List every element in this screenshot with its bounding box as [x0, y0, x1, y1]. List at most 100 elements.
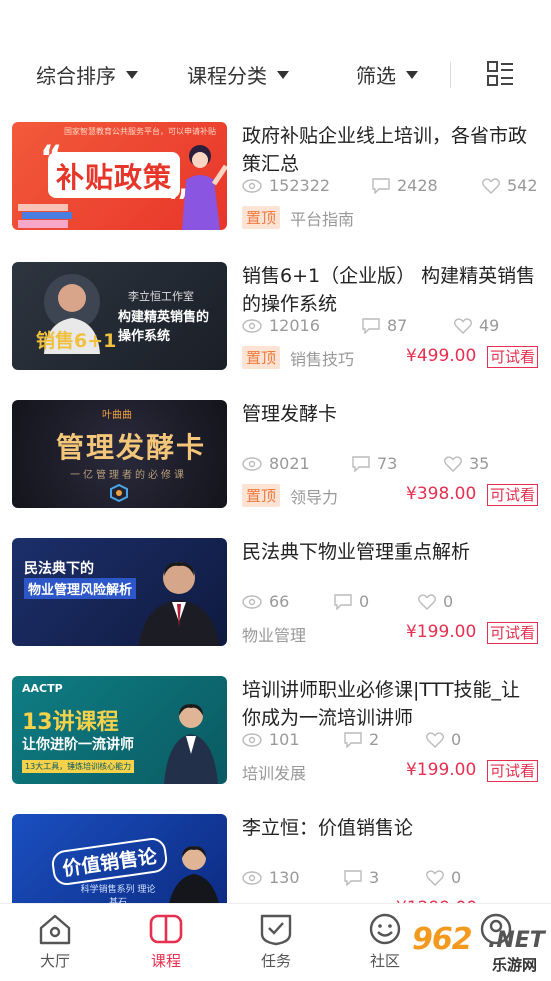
course-title[interactable]: 销售6+1（企业版） 构建精英销售的操作系统: [242, 262, 538, 318]
comments-count: 2: [369, 730, 380, 749]
views-count: 152322: [269, 176, 331, 195]
speaker-photo: [139, 562, 219, 646]
course-title[interactable]: 管理发酵卡: [242, 400, 538, 428]
tab-tasks[interactable]: 任务: [236, 912, 316, 971]
trial-button[interactable]: 可试看: [487, 760, 539, 782]
screen-filter[interactable]: 筛选: [356, 60, 418, 89]
course-item[interactable]: AACTP 13讲课程 让你进阶一流讲师 13大工具，锤炼培训核心能力 培训讲师…: [0, 676, 551, 788]
course-thumbnail[interactable]: 国家智慧教育公共服务平台，可以申请补贴 补贴政策 “ ”: [12, 122, 227, 230]
sort-filter-label: 综合排序: [36, 64, 116, 88]
course-thumbnail[interactable]: 民法典下的 物业管理风险解析: [12, 538, 227, 646]
comments-count: 3: [369, 868, 380, 887]
watermark-logo: 962 .NET 乐游网: [412, 922, 548, 974]
course-price: ¥398.00: [406, 484, 477, 504]
course-title[interactable]: 李立恒：价值销售论: [242, 814, 538, 842]
list-view-icon[interactable]: [486, 60, 514, 88]
thumb-headline: 民法典下的: [24, 561, 94, 577]
heart-icon: [454, 317, 472, 334]
likes-count: 0: [451, 730, 462, 749]
likes-count: 0: [443, 592, 454, 611]
heart-icon: [426, 731, 444, 748]
comments-stat: 2: [344, 730, 379, 749]
thumb-headline: 13讲课程: [22, 710, 119, 735]
course-thumbnail[interactable]: AACTP 13讲课程 让你进阶一流讲师 13大工具，锤炼培训核心能力: [12, 676, 227, 784]
course-item[interactable]: 叶曲曲 管理发酵卡 一亿管理者的必修课 管理发酵卡 8021 73 35 置顶 …: [0, 400, 551, 512]
course-price: ¥199.00: [406, 622, 477, 642]
likes-stat: 49: [454, 316, 499, 335]
quote-mark-icon: “: [40, 138, 63, 178]
comment-icon: [334, 593, 352, 610]
trial-button[interactable]: 可试看: [487, 346, 539, 368]
heart-icon: [418, 593, 436, 610]
course-title[interactable]: 培训讲师职业必修课|TTT技能_让你成为一流培训讲师: [242, 676, 538, 732]
tab-hall[interactable]: 大厅: [15, 912, 95, 971]
tab-courses[interactable]: 课程: [126, 912, 206, 971]
pinned-badge: 置顶: [242, 484, 281, 507]
course-item[interactable]: 国家智慧教育公共服务平台，可以申请补贴 补贴政策 “ ” 政府补贴企业线上培训，…: [0, 122, 551, 234]
comments-stat: 3: [344, 868, 379, 887]
comment-icon: [362, 317, 380, 334]
thumb-brand: 李立恒工作室: [128, 290, 194, 303]
eye-icon: [242, 456, 262, 471]
course-item[interactable]: 销售6+1 李立恒工作室 构建精英销售的操作系统 销售6+1（企业版） 构建精英…: [0, 262, 551, 374]
thumb-headline: 补贴政策: [56, 161, 173, 194]
views-stat: 130: [242, 868, 300, 887]
filter-bar: 综合排序 课程分类 筛选: [0, 52, 551, 96]
likes-count: 35: [469, 454, 490, 473]
course-stats: 66 0 0: [242, 592, 542, 614]
course-meta: 置顶 销售技巧 ¥499.00 可试看: [242, 346, 542, 370]
course-meta: 置顶 领导力 ¥398.00 可试看: [242, 484, 542, 508]
checkmark-shield-icon: [260, 914, 292, 946]
course-meta: 培训发展 ¥199.00 可试看: [242, 760, 542, 784]
logo-icon: [110, 484, 128, 502]
course-thumbnail[interactable]: 叶曲曲 管理发酵卡 一亿管理者的必修课: [12, 400, 227, 508]
course-item[interactable]: 民法典下的 物业管理风险解析 民法典下物业管理重点解析 66 0 0 物业管理 …: [0, 538, 551, 650]
filter-divider: [450, 62, 451, 88]
books-icon: [18, 204, 72, 228]
course-category: 领导力: [290, 488, 339, 507]
comments-count: 87: [387, 316, 408, 335]
views-count: 101: [269, 730, 300, 749]
eye-icon: [242, 732, 262, 747]
course-title[interactable]: 民法典下物业管理重点解析: [242, 538, 538, 566]
likes-count: 0: [451, 868, 462, 887]
eye-icon: [242, 178, 262, 193]
sort-filter[interactable]: 综合排序: [36, 60, 138, 89]
comments-stat: 87: [362, 316, 407, 335]
pinned-badge: 置顶: [242, 346, 281, 369]
thumb-headline: 管理发酵卡: [56, 431, 207, 464]
likes-stat: 0: [426, 868, 461, 887]
category-filter[interactable]: 课程分类: [187, 60, 289, 89]
course-category: 平台指南: [290, 210, 355, 229]
trial-button[interactable]: 可试看: [487, 622, 539, 644]
comments-stat: 73: [352, 454, 397, 473]
comment-icon: [372, 177, 390, 194]
home-icon: [39, 914, 71, 945]
comments-count: 2428: [397, 176, 438, 195]
tab-label: 任务: [260, 952, 291, 970]
eye-icon: [242, 318, 262, 333]
pinned-badge: 置顶: [242, 206, 281, 229]
course-category: 培训发展: [242, 764, 307, 783]
views-stat: 152322: [242, 176, 330, 195]
course-price: ¥199.00: [406, 760, 477, 780]
caret-down-icon: [406, 70, 418, 79]
comments-stat: 2428: [372, 176, 438, 195]
course-stats: 101 2 0: [242, 730, 542, 752]
speaker-photo: [164, 704, 218, 784]
course-title[interactable]: 政府补贴企业线上培训，各省市政策汇总: [242, 122, 538, 178]
smile-face-icon: [369, 913, 401, 945]
views-stat: 66: [242, 592, 289, 611]
thumb-subtitle: 让你进阶一流讲师: [22, 737, 134, 753]
watermark-suffix: .NET: [488, 928, 545, 953]
heart-icon: [426, 869, 444, 886]
likes-stat: 0: [426, 730, 461, 749]
woman-figure-icon: [182, 145, 227, 230]
views-stat: 12016: [242, 316, 320, 335]
heart-icon: [444, 455, 462, 472]
trial-button[interactable]: 可试看: [487, 484, 539, 506]
eye-icon: [242, 594, 262, 609]
thumb-headline: 构建精英销售的操作系统: [118, 310, 210, 344]
course-stats: 8021 73 35: [242, 454, 542, 476]
course-thumbnail[interactable]: 销售6+1 李立恒工作室 构建精英销售的操作系统: [12, 262, 227, 370]
